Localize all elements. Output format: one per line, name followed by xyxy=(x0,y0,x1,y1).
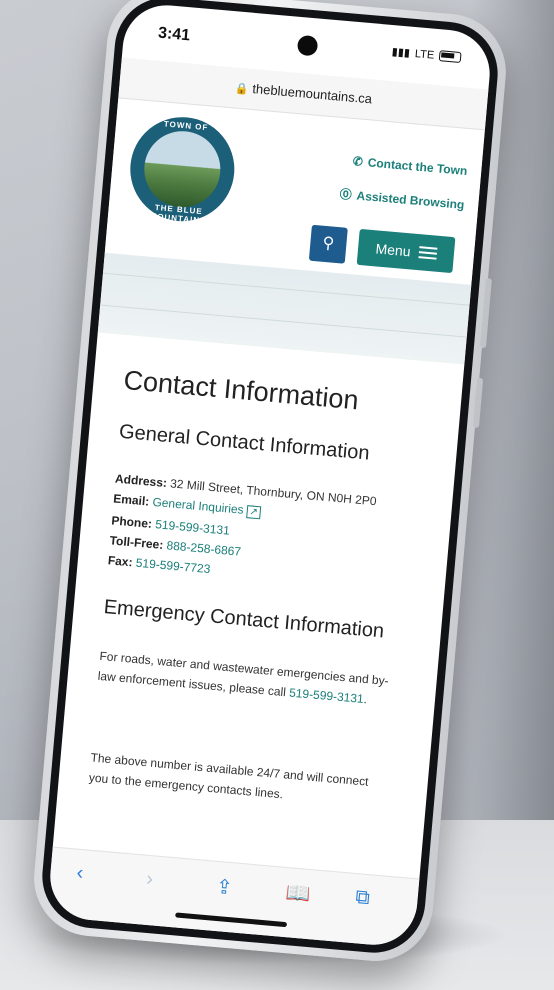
page-title: Contact Information xyxy=(122,364,360,416)
chevron-left-icon[interactable]: ‹ xyxy=(76,862,85,885)
email-link[interactable]: General Inquiries xyxy=(152,495,244,517)
url-text: thebluemountains.ca xyxy=(251,81,373,107)
menu-button[interactable]: Menu xyxy=(356,228,456,274)
home-indicator[interactable] xyxy=(175,912,288,928)
logo-landscape xyxy=(141,128,224,211)
emergency-phone-link[interactable]: 519-599-3131 xyxy=(289,686,365,706)
availability-paragraph: The above number is available 24/7 and w… xyxy=(88,750,370,802)
accessibility-icon: ⓪ xyxy=(339,187,353,203)
phone-label: Phone: xyxy=(110,513,153,531)
front-camera xyxy=(296,34,319,57)
smartphone: 3:41 ▮▮▮ LTE 🔒 thebluemountains.ca TOWN O… xyxy=(29,0,511,966)
email-label: Email: xyxy=(112,491,150,509)
status-time: 3:41 xyxy=(157,24,191,45)
banner-line xyxy=(102,272,470,306)
general-contact-heading: General Contact Information xyxy=(118,420,371,465)
battery-icon xyxy=(438,50,462,64)
network-type: LTE xyxy=(414,47,435,62)
tollfree-label: Toll-Free: xyxy=(109,533,164,552)
chevron-right-icon[interactable]: › xyxy=(145,868,154,891)
hamburger-icon xyxy=(417,246,437,260)
emergency-contact-heading: Emergency Contact Information xyxy=(102,596,385,643)
emergency-paragraph: For roads, water and wastewater emergenc… xyxy=(97,648,390,707)
book-icon[interactable]: 📖 xyxy=(285,880,312,907)
phone-icon: ✆ xyxy=(352,154,364,169)
status-indicators: ▮▮▮ LTE xyxy=(391,45,462,64)
menu-label: Menu xyxy=(374,240,412,260)
fax-link[interactable]: 519-599-7723 xyxy=(135,556,211,576)
search-icon: ⚲ xyxy=(321,234,335,253)
contact-link-label: Contact the Town xyxy=(367,155,468,179)
tabs-icon[interactable]: ⧉ xyxy=(354,886,371,910)
assisted-link-label: Assisted Browsing xyxy=(356,188,465,212)
assisted-browsing-link[interactable]: ⓪ Assisted Browsing xyxy=(339,185,465,213)
logo-bottom-text: THE BLUE MOUNTAINS xyxy=(149,202,207,226)
address-label: Address: xyxy=(114,471,168,491)
signal-icon: ▮▮▮ xyxy=(391,46,411,60)
lock-icon: 🔒 xyxy=(234,82,249,96)
external-link-icon: ↗ xyxy=(245,505,262,520)
site-header: TOWN OF THE BLUE MOUNTAINS ✆ Contact the … xyxy=(105,99,485,281)
contact-the-town-link[interactable]: ✆ Contact the Town xyxy=(352,154,468,178)
fax-label: Fax: xyxy=(107,553,134,570)
search-button[interactable]: ⚲ xyxy=(308,224,348,264)
general-contact-details: Address: 32 Mill Street, Thornbury, ON N… xyxy=(107,469,377,593)
share-icon[interactable]: ⇪ xyxy=(215,874,234,900)
town-logo[interactable]: TOWN OF THE BLUE MOUNTAINS xyxy=(128,115,237,225)
banner-line xyxy=(100,304,467,338)
